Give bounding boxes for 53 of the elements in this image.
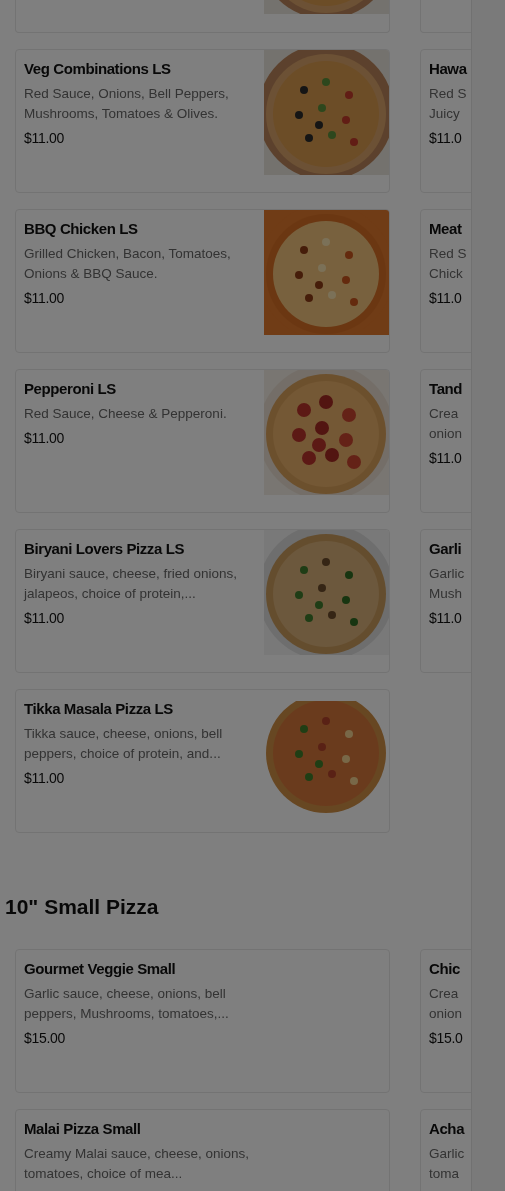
item-description: Grilled Chicken, Bacon, Tomatoes, Onions & BBQ Sauce. bbox=[24, 245, 232, 283]
item-title: Acha bbox=[429, 1119, 466, 1139]
item-description: Garlic toma bbox=[429, 1145, 466, 1183]
item-description: Creamy Malai sauce, cheese, onions, tomatoes, choice of mea... bbox=[24, 1145, 251, 1183]
item-price: $11.00 bbox=[24, 289, 65, 308]
item-description: Biryani sauce, cheese, fried onions, jalapeos, choice of protein,... bbox=[24, 565, 239, 603]
item-description: Red S Chick bbox=[429, 245, 468, 283]
menu-item-card[interactable]: Gourmet Veggie Small Garlic sauce, cheese, onions, bell peppers, Mushrooms, tomatoes,... $15.00 bbox=[15, 949, 390, 1093]
item-price: $11.0 bbox=[429, 449, 463, 468]
item-title: Chic bbox=[429, 959, 461, 979]
menu-item-card[interactable]: BBQ Chicken LS Grilled Chicken, Bacon, Tomatoes, Onions & BBQ Sauce. $11.00 bbox=[15, 209, 390, 353]
item-description: Crea onion bbox=[429, 985, 464, 1023]
item-price: $15.00 bbox=[24, 1029, 67, 1048]
item-description: Crea onion bbox=[429, 405, 464, 443]
item-price: $11.00 bbox=[24, 129, 65, 148]
menu-item-card[interactable]: Garli Garlic Mush $11.0 bbox=[420, 529, 471, 673]
item-price: $11.0 bbox=[429, 289, 463, 308]
item-price: $15.0 bbox=[429, 1029, 464, 1048]
item-description: Tikka sauce, cheese, onions, bell peppers, choice of protein, and... bbox=[24, 725, 224, 763]
item-description: Red S Juicy bbox=[429, 85, 468, 123]
item-price: $11.0 bbox=[429, 129, 463, 148]
item-description: Garlic Mush bbox=[429, 565, 466, 603]
menu-item-card[interactable]: Biryani Lovers Pizza LS Biryani sauce, cheese, fried onions, jalapeos, choice of protein,... $11.00 bbox=[15, 529, 390, 673]
menu-item-card[interactable]: Malai Pizza Small Creamy Malai sauce, cheese, onions, tomatoes, choice of mea... bbox=[15, 1109, 390, 1191]
menu-item-card[interactable]: Tand Crea onion $11.0 bbox=[420, 369, 471, 513]
item-title: Hawa bbox=[429, 59, 468, 79]
menu-item-card[interactable]: Tikka Masala Pizza LS Tikka sauce, cheese, onions, bell peppers, choice of protein, and... $11.00 bbox=[15, 689, 390, 833]
item-price: $11.00 bbox=[24, 769, 65, 788]
menu-item-card[interactable]: Acha Garlic toma bbox=[420, 1109, 471, 1191]
item-price: $11.00 bbox=[24, 429, 65, 448]
item-description: Garlic sauce, cheese, onions, bell peppers, Mushrooms, tomatoes,... bbox=[24, 985, 230, 1023]
item-title: Veg Combinations LS bbox=[24, 59, 172, 79]
item-title: Meat bbox=[429, 219, 463, 239]
item-title: Garli bbox=[429, 539, 463, 559]
item-description: Red Sauce, Cheese & Pepperoni. bbox=[24, 405, 228, 423]
section-heading: 10" Small Pizza bbox=[5, 894, 160, 920]
item-title: Malai Pizza Small bbox=[24, 1119, 142, 1139]
item-price: $11.00 bbox=[24, 609, 65, 628]
menu-item-card[interactable]: Pepperoni LS Red Sauce, Cheese & Pepperoni. $11.00 bbox=[15, 369, 390, 513]
menu-item-card[interactable]: Meat Red S Chick $11.0 bbox=[420, 209, 471, 353]
item-title: Tand bbox=[429, 379, 464, 399]
item-title: Gourmet Veggie Small bbox=[24, 959, 177, 979]
item-title: Pepperoni LS bbox=[24, 379, 117, 399]
menu-item-card[interactable]: Hawa Red S Juicy $11.0 bbox=[420, 49, 471, 193]
item-title: Tikka Masala Pizza LS bbox=[24, 699, 174, 719]
menu-item-card[interactable]: Veg Combinations LS Red Sauce, Onions, Bell Peppers, Mushrooms, Tomatoes & Olives. $11.00 bbox=[15, 49, 390, 193]
item-description: Red Sauce, Onions, Bell Peppers, Mushrooms, Tomatoes & Olives. bbox=[24, 85, 230, 123]
item-price: $11.0 bbox=[429, 609, 463, 628]
dim-overlay[interactable] bbox=[0, 0, 505, 1191]
menu-item-card[interactable]: Chic Crea onion $15.0 bbox=[420, 949, 471, 1093]
item-title: BBQ Chicken LS bbox=[24, 219, 139, 239]
menu-item-card[interactable] bbox=[15, 0, 390, 33]
item-title: Biryani Lovers Pizza LS bbox=[24, 539, 186, 559]
